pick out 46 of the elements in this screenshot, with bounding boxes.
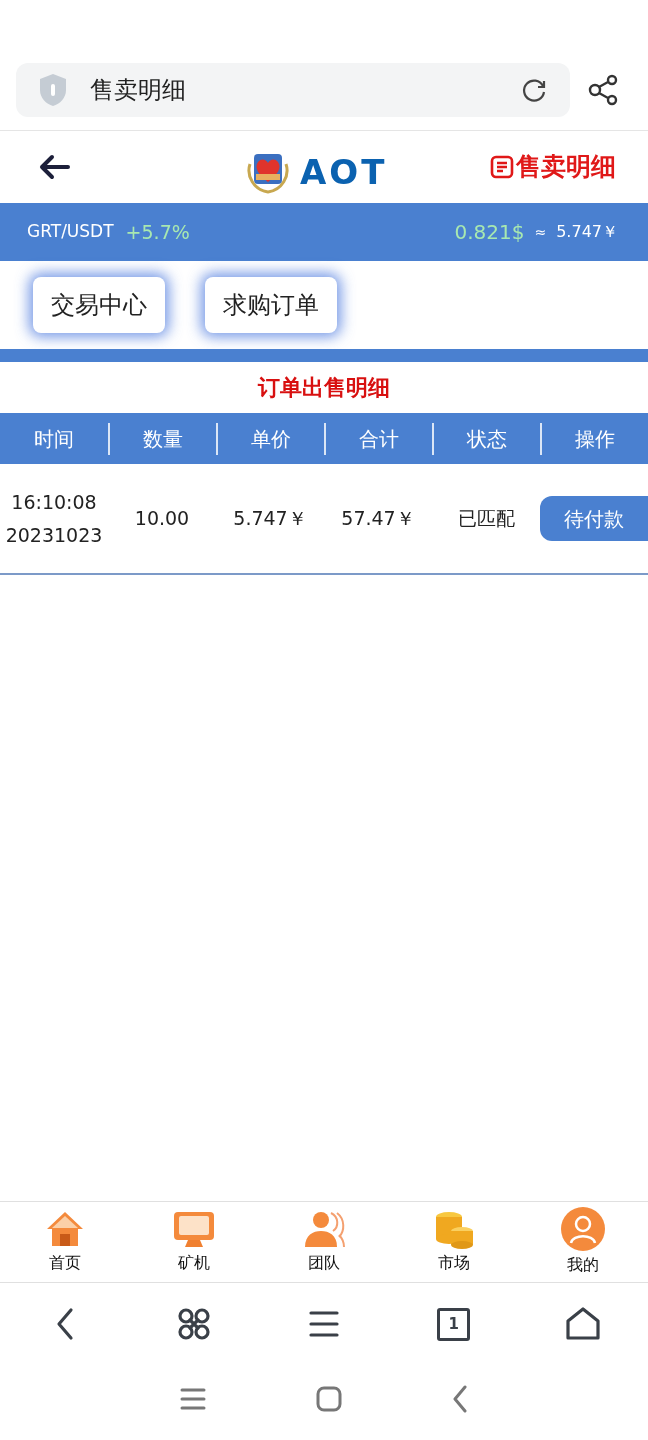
action-button[interactable]: 交易中心	[33, 277, 165, 333]
back-icon[interactable]	[452, 1384, 468, 1413]
column-header: 合计	[324, 422, 432, 455]
menu-icon[interactable]	[309, 1310, 339, 1338]
pay-button[interactable]: 待付款	[540, 496, 648, 541]
emblem-logo	[244, 151, 292, 194]
section-title: 订单出售明细	[256, 374, 391, 402]
table-cell-text: 5.747￥	[233, 506, 307, 532]
cny-price: 5.747￥	[556, 221, 618, 243]
home-button-icon[interactable]	[316, 1385, 342, 1412]
nav-tab[interactable]: 市场	[388, 1209, 519, 1275]
tabs-button[interactable]: 1	[437, 1307, 471, 1341]
share-icon[interactable]	[588, 74, 618, 106]
table-cell-text: 10.00	[134, 506, 190, 532]
change-label: +5.7%	[125, 219, 190, 245]
address-field[interactable]: 售卖明细	[16, 63, 570, 117]
column-header: 状态	[432, 422, 540, 455]
column-header: 单价	[216, 422, 324, 455]
column-header: 数量	[108, 422, 216, 455]
nav-tab[interactable]: 矿机	[129, 1209, 260, 1275]
table-cell-text: 57.47￥	[341, 506, 415, 532]
usd-price: 0.821$	[454, 219, 525, 246]
table-cell-text: 20231023	[5, 522, 103, 548]
nav-tab[interactable]: 我的	[518, 1207, 648, 1277]
reload-icon[interactable]	[520, 76, 548, 104]
nav-tab[interactable]: 团队	[259, 1209, 389, 1275]
people-icon	[303, 1209, 345, 1249]
column-header: 操作	[540, 422, 648, 455]
list-icon	[490, 155, 514, 179]
home-icon[interactable]	[565, 1307, 602, 1341]
page-title: 售卖明细	[90, 75, 187, 106]
approx-sign: ≈	[534, 222, 547, 242]
back-arrow-icon[interactable]	[38, 154, 70, 180]
command-icon[interactable]	[177, 1307, 212, 1341]
column-header: 时间	[33, 425, 75, 453]
shield-icon	[38, 73, 68, 107]
table-cell-text: 16:10:08	[11, 489, 97, 515]
nav-tab[interactable]: 首页	[0, 1209, 130, 1275]
recents-icon[interactable]	[180, 1387, 206, 1410]
brand-name: AOT	[300, 151, 388, 194]
action-button[interactable]: 求购订单	[205, 277, 337, 333]
page-link[interactable]: 售卖明细	[490, 148, 616, 186]
table-cell-text: 已匹配	[457, 506, 515, 532]
monitor-icon	[173, 1209, 216, 1249]
user-icon	[561, 1207, 606, 1251]
pair-label: GRT/USDT	[27, 220, 114, 244]
